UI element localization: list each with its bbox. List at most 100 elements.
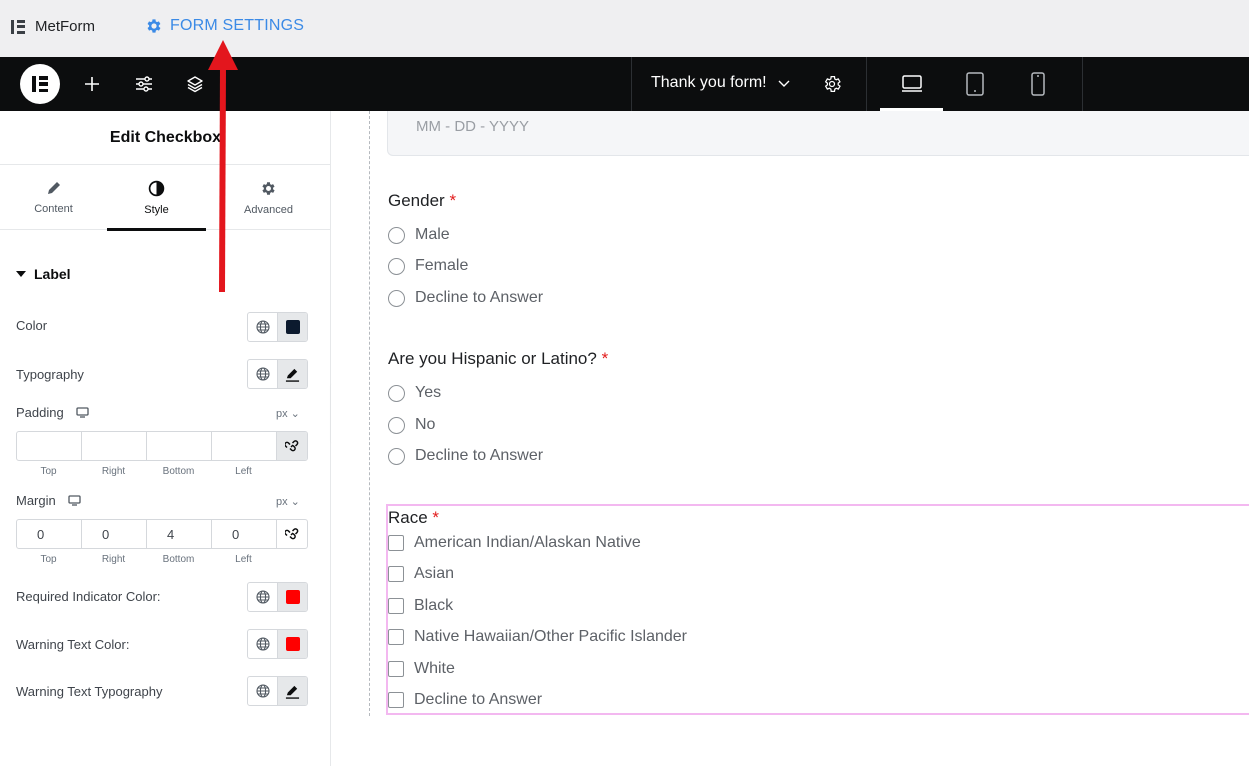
structure-button[interactable] bbox=[182, 71, 208, 97]
padding-unit-select[interactable]: px ⌄ bbox=[276, 407, 300, 420]
margin-link-button[interactable] bbox=[277, 520, 307, 548]
hispanic-option-yes[interactable]: Yes bbox=[388, 384, 441, 402]
required-mark: * bbox=[432, 508, 440, 527]
padding-link-button[interactable] bbox=[277, 432, 307, 460]
warning-typography-label: Warning Text Typography bbox=[16, 684, 163, 699]
color-picker-button[interactable] bbox=[277, 583, 307, 611]
site-settings-button[interactable] bbox=[131, 71, 157, 97]
tab-content-label: Content bbox=[34, 203, 73, 215]
radio-button[interactable] bbox=[388, 289, 405, 307]
side-label-left: Left bbox=[235, 466, 252, 477]
panel-tabs: Content Style Advanced bbox=[0, 165, 331, 231]
pencil-icon bbox=[286, 368, 300, 382]
tab-style-label: Style bbox=[144, 203, 169, 216]
global-typography-button[interactable] bbox=[248, 360, 277, 388]
page-settings-button[interactable] bbox=[819, 71, 845, 97]
checkbox[interactable] bbox=[388, 535, 404, 551]
divider bbox=[631, 57, 632, 111]
plus-icon bbox=[85, 77, 99, 91]
globe-icon bbox=[256, 590, 270, 604]
document-title-dropdown[interactable]: Thank you form! bbox=[651, 74, 791, 92]
color-picker-button[interactable] bbox=[277, 630, 307, 658]
warning-text-color-control bbox=[247, 629, 308, 659]
race-option-asian[interactable]: Asian bbox=[388, 565, 454, 583]
gender-question-label: Gender * bbox=[388, 191, 456, 211]
checkbox[interactable] bbox=[388, 598, 404, 614]
global-colors-button[interactable] bbox=[248, 583, 277, 611]
color-control bbox=[247, 312, 308, 342]
desktop-icon bbox=[68, 495, 81, 506]
option-label: Black bbox=[414, 597, 454, 614]
pencil-icon bbox=[47, 182, 60, 194]
padding-bottom-input[interactable] bbox=[147, 432, 212, 460]
gear-icon bbox=[824, 76, 841, 92]
side-label-bottom: Bottom bbox=[162, 466, 195, 477]
hispanic-option-decline[interactable]: Decline to Answer bbox=[388, 447, 543, 465]
globe-icon bbox=[256, 367, 270, 381]
margin-label-row: Margin bbox=[16, 493, 81, 508]
checkbox[interactable] bbox=[388, 566, 404, 582]
race-option-white[interactable]: White bbox=[388, 660, 455, 678]
hispanic-option-no[interactable]: No bbox=[388, 416, 435, 434]
radio-button[interactable] bbox=[388, 447, 405, 465]
margin-left-input[interactable]: 0 bbox=[212, 520, 277, 548]
elementor-menu-button[interactable] bbox=[20, 64, 60, 104]
padding-left-input[interactable] bbox=[212, 432, 277, 460]
mobile-view-button[interactable] bbox=[1006, 57, 1069, 111]
option-label: American Indian/Alaskan Native bbox=[414, 534, 641, 551]
edit-typography-button[interactable] bbox=[277, 677, 307, 705]
section-guide-line bbox=[369, 111, 370, 716]
global-colors-button[interactable] bbox=[248, 630, 277, 658]
form-settings-button[interactable]: FORM SETTINGS bbox=[145, 17, 304, 35]
add-element-button[interactable] bbox=[79, 71, 105, 97]
checkbox[interactable] bbox=[388, 692, 404, 708]
padding-label: Padding bbox=[16, 405, 64, 420]
required-mark: * bbox=[601, 349, 609, 368]
label-section-toggle[interactable]: Label bbox=[16, 266, 71, 282]
gender-option-female[interactable]: Female bbox=[388, 257, 468, 275]
radio-button[interactable] bbox=[388, 384, 405, 402]
desktop-view-button[interactable] bbox=[880, 57, 943, 111]
tab-content[interactable]: Content bbox=[0, 165, 107, 230]
option-label: Female bbox=[415, 257, 469, 274]
margin-unit: px bbox=[276, 496, 288, 508]
race-option-american-indian[interactable]: American Indian/Alaskan Native bbox=[388, 534, 641, 552]
date-input[interactable]: MM - DD - YYYY bbox=[387, 111, 1249, 156]
global-typography-button[interactable] bbox=[248, 677, 277, 705]
edit-typography-button[interactable] bbox=[277, 360, 307, 388]
color-picker-button[interactable] bbox=[277, 313, 307, 341]
globe-icon bbox=[256, 320, 270, 334]
padding-right-input[interactable] bbox=[82, 432, 147, 460]
divider bbox=[866, 57, 867, 111]
race-option-black[interactable]: Black bbox=[388, 597, 453, 615]
margin-unit-select[interactable]: px ⌄ bbox=[276, 495, 300, 508]
warning-text-color-label: Warning Text Color: bbox=[16, 637, 130, 652]
margin-right-input[interactable]: 0 bbox=[82, 520, 147, 548]
contrast-icon bbox=[148, 180, 165, 196]
tab-style[interactable]: Style bbox=[107, 165, 206, 231]
checkbox[interactable] bbox=[388, 629, 404, 645]
radio-button[interactable] bbox=[388, 257, 405, 275]
gender-option-decline[interactable]: Decline to Answer bbox=[388, 289, 543, 307]
margin-top-input[interactable]: 0 bbox=[17, 520, 82, 548]
tablet-view-button[interactable] bbox=[943, 57, 1006, 111]
margin-bottom-input[interactable]: 4 bbox=[147, 520, 212, 548]
option-label: Decline to Answer bbox=[415, 289, 544, 306]
radio-button[interactable] bbox=[388, 416, 405, 434]
color-swatch bbox=[285, 590, 300, 604]
padding-unit: px bbox=[276, 408, 288, 420]
globe-icon bbox=[256, 684, 270, 698]
tab-advanced[interactable]: Advanced bbox=[206, 165, 331, 230]
hispanic-label-text: Are you Hispanic or Latino? bbox=[388, 349, 597, 368]
global-colors-button[interactable] bbox=[248, 313, 277, 341]
option-label: Asian bbox=[414, 565, 455, 582]
padding-top-input[interactable] bbox=[17, 432, 82, 460]
checkbox[interactable] bbox=[388, 661, 404, 677]
race-option-native-hawaiian[interactable]: Native Hawaiian/Other Pacific Islander bbox=[388, 628, 687, 646]
radio-button[interactable] bbox=[388, 226, 405, 244]
editor-panel: Edit Checkbox Content Style Advanced Lab… bbox=[0, 111, 331, 766]
form-settings-label: FORM SETTINGS bbox=[170, 17, 305, 34]
gender-option-male[interactable]: Male bbox=[388, 226, 450, 244]
tab-advanced-label: Advanced bbox=[244, 203, 293, 216]
race-option-decline[interactable]: Decline to Answer bbox=[388, 691, 542, 709]
